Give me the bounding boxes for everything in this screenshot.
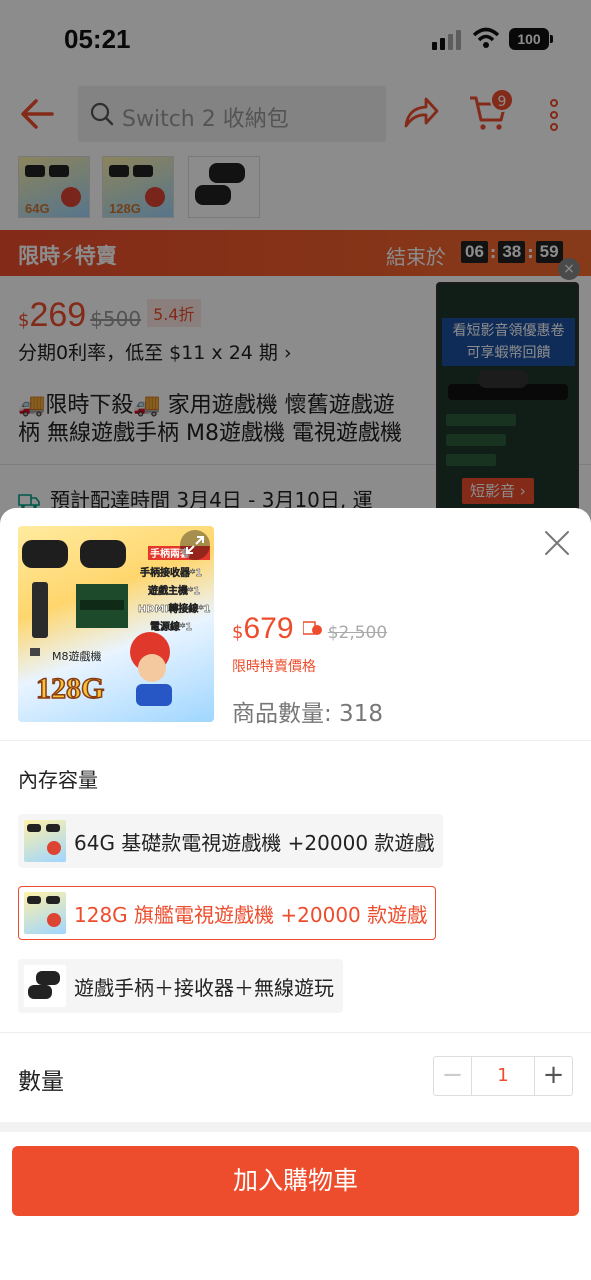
variation-label: 128G 旗艦電視遊戲機 +20000 款遊戲 — [74, 902, 428, 927]
variation-price: $679 $2,500 — [232, 612, 387, 646]
variation-price-amount: 679 — [243, 612, 294, 645]
variation-option-64g[interactable]: 64G 基礎款電視遊戲機 +20000 款遊戲 — [18, 814, 444, 868]
image-text-power: 電源線*1 — [150, 620, 192, 633]
image-text-console: 遊戲主機*1 — [148, 584, 200, 597]
variation-option-128g[interactable]: 128G 旗艦電視遊戲機 +20000 款遊戲 — [18, 886, 437, 940]
stock-quantity: 商品數量: 318 — [232, 701, 383, 727]
image-text-receiver: 手柄接收器*1 — [140, 566, 202, 579]
expand-icon[interactable] — [180, 530, 210, 560]
divider — [0, 1122, 591, 1132]
image-text-m8: M8遊戲機 — [52, 649, 102, 663]
image-text-hdmi: HDMI轉接線*1 — [138, 602, 211, 615]
divider — [0, 1032, 591, 1033]
quantity-stepper: − 1 + — [433, 1056, 573, 1096]
variation-thumbnail — [24, 965, 66, 1007]
shopee-coin-icon — [302, 621, 322, 635]
variation-price-currency: $ — [232, 622, 244, 643]
add-to-cart-button[interactable]: 加入購物車 — [12, 1146, 579, 1216]
flash-sale-price-label: 限時特賣價格 — [232, 659, 316, 675]
quantity-label: 數量 — [18, 1069, 64, 1095]
variation-bottom-sheet: 手柄兩套 手柄接收器*1 遊戲主機*1 HDMI轉接線*1 電源線*1 M8遊戲… — [0, 508, 591, 1280]
variation-label: 遊戲手柄＋接收器＋無線遊玩 — [74, 975, 334, 1000]
variation-thumbnail — [24, 820, 66, 862]
variation-label: 64G 基礎款電視遊戲機 +20000 款遊戲 — [74, 830, 435, 855]
variation-thumbnail — [24, 892, 66, 934]
close-icon[interactable] — [544, 530, 570, 556]
variation-option-controllers[interactable]: 遊戲手柄＋接收器＋無線遊玩 — [18, 959, 343, 1013]
quantity-decrease-button[interactable]: − — [434, 1057, 472, 1095]
variation-group-title: 內存容量 — [18, 768, 98, 792]
variation-price-original: $2,500 — [327, 623, 388, 643]
quantity-value[interactable]: 1 — [472, 1057, 534, 1095]
selected-variation-image[interactable]: 手柄兩套 手柄接收器*1 遊戲主機*1 HDMI轉接線*1 電源線*1 M8遊戲… — [18, 526, 214, 722]
quantity-increase-button[interactable]: + — [534, 1057, 572, 1095]
image-text-128g: 128G — [36, 672, 104, 705]
divider — [0, 740, 591, 741]
